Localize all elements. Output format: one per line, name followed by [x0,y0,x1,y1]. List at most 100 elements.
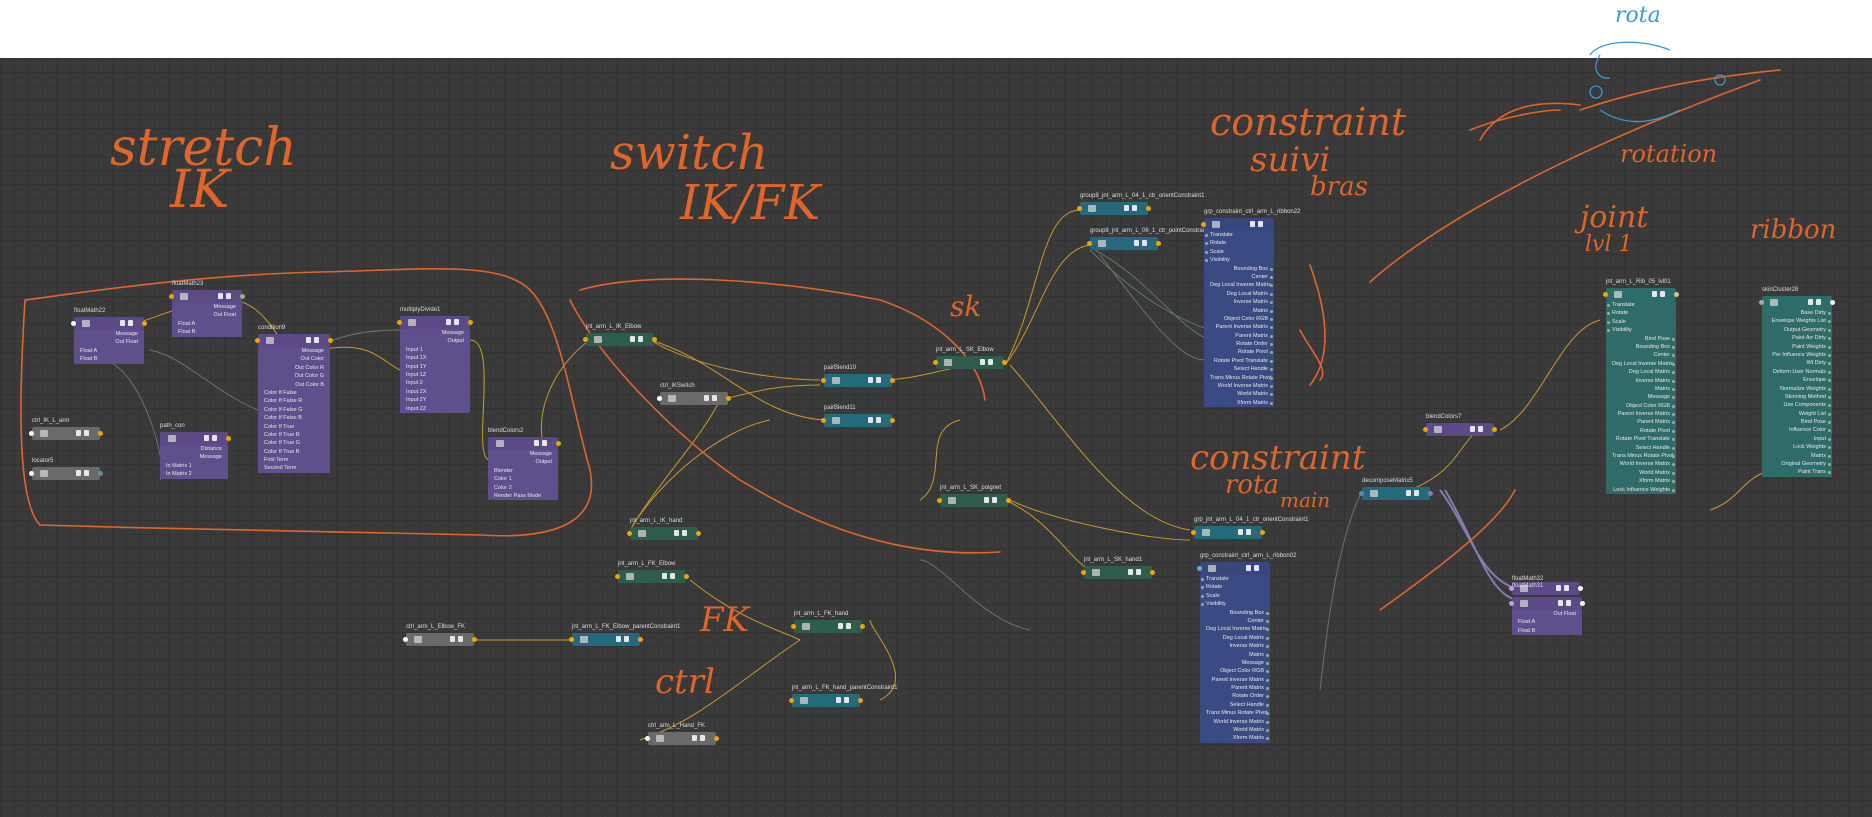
attr[interactable]: Paint Arr Dirty [1762,334,1832,342]
port-dot[interactable] [1828,353,1831,357]
attr[interactable]: Input 1X [400,354,470,362]
port-dot[interactable] [1270,385,1273,389]
attr[interactable]: Visibility [1606,326,1676,334]
attr[interactable]: Render Pass Mode [488,492,558,500]
attr[interactable]: Paint Trans [1762,468,1832,476]
node-jnt-arm-l-fk-elbow[interactable]: jnt_arm_L_FK_Elbow [615,561,689,583]
attr[interactable]: Matrix [1762,452,1832,460]
attr[interactable]: Translate [1606,301,1676,309]
port-dot[interactable] [1828,471,1831,475]
port-dot[interactable] [1828,437,1831,441]
attr[interactable]: Blender [488,467,558,475]
attr[interactable]: Xform Matrix [1204,399,1274,407]
node-pairblend11[interactable]: pairBlend11 [821,405,895,427]
node-grp-orientconstraint1[interactable]: grp_jnt_arm_L_04_1_ctr_orientConstraint1 [1191,517,1308,539]
port-dot[interactable] [1270,343,1273,347]
attr[interactable]: Trans Minus Rotate Pivot [1606,452,1676,460]
node-pointconstraint[interactable]: group8_jnt_arm_L_06_1_ctr_pointConstrai [1087,228,1204,250]
port-dot[interactable] [1205,242,1208,246]
attr[interactable]: Float A [172,320,242,328]
node-pairblend10[interactable]: pairBlend10 [821,365,895,387]
attr[interactable]: Output [488,458,558,466]
node-jnt-arm-l-sk-poignet[interactable]: jnt_arm_L_SK_poignet [937,485,1011,507]
attr[interactable]: Center [1606,351,1676,359]
port-dot[interactable] [1672,354,1675,358]
attr[interactable]: Matrix [1606,385,1676,393]
node-ctrl-arm-l-elbow-fk[interactable]: ctrl_arm_L_Elbow_FK [403,624,477,646]
attr[interactable]: Skinning Method [1762,393,1832,401]
attr[interactable]: Message [1606,393,1676,401]
attr[interactable]: Float A [1512,618,1582,626]
port-dot[interactable] [1672,488,1675,492]
attr[interactable]: Xform Matrix [1200,734,1270,742]
node-jnt-arm-l-rib-05-lvl01[interactable]: jnt_arm_L_Rib_05_lvl01 Translate Rotate Sc… [1603,279,1679,494]
port-dot[interactable] [1828,312,1831,315]
attr[interactable]: Base Dirty [1762,309,1832,317]
port-dot[interactable] [1607,329,1610,333]
port-dot[interactable] [1266,695,1269,699]
attr[interactable]: Rotate [1606,309,1676,317]
port-dot[interactable] [1266,720,1269,724]
attr[interactable]: Per Influence Weights [1762,351,1832,359]
port-dot[interactable] [1205,234,1208,237]
attr[interactable]: Float B [74,355,144,363]
port-dot[interactable] [1828,446,1831,450]
port-dot[interactable] [1828,387,1831,391]
attr[interactable]: Color If True G [258,439,330,447]
attr[interactable]: Deform User Normals [1762,368,1832,376]
attr[interactable]: Input 1 [400,346,470,354]
attr[interactable]: Xform Matrix [1606,477,1676,485]
node-jnt-arm-l-ik-hand[interactable]: jnt_arm_L_IK_hand [627,518,701,540]
attr[interactable]: Out Color G [258,372,330,380]
attr[interactable]: World Inverse Matrix [1606,460,1676,468]
port-dot[interactable] [1270,267,1273,271]
attr[interactable]: Color 1 [488,475,558,483]
attr[interactable]: Scale [1200,592,1270,600]
attr[interactable]: Deg Local Inverse Matrix [1200,625,1270,633]
node-floatmath23[interactable]: floatMath23 Message Out Float Float A Fl… [169,281,245,337]
attr[interactable]: Envelope [1762,376,1832,384]
attr[interactable]: Trans Minus Rotate Pivot [1204,374,1274,382]
attr[interactable]: Float B [1512,627,1582,635]
node-grp-constraint-ribbon02[interactable]: grp_constraint_ctrl_arm_L_ribbon02 Trans… [1197,553,1296,743]
port-dot[interactable] [1270,275,1273,279]
node-multiplydivide1[interactable]: multiplyDivide1 Message Output Input 1 I… [397,307,473,413]
port-dot[interactable] [1672,429,1675,433]
attr[interactable]: Select Handle [1200,701,1270,709]
port-dot[interactable] [1205,250,1208,254]
attr[interactable]: Rotate [1200,583,1270,591]
node-blendcolors2[interactable]: blendColors2 Message Output Blender Colo… [488,428,561,501]
attr[interactable]: Out Color B [258,381,330,389]
port-dot[interactable] [1672,362,1675,366]
attr[interactable]: Normalize Weights [1762,385,1832,393]
attr[interactable]: Inverse Matrix [1200,642,1270,650]
attr[interactable]: Bounding Box [1606,343,1676,351]
port-dot[interactable] [1266,645,1269,649]
port-dot[interactable] [1672,379,1675,383]
port-dot[interactable] [1270,301,1273,305]
attr[interactable]: Deg Local Inverse Matrix [1204,281,1274,289]
node-blendcolors7[interactable]: blendColors7 [1423,414,1497,436]
attr[interactable]: World Inverse Matrix [1204,382,1274,390]
attr[interactable]: Wt Dirty [1762,359,1832,367]
attr[interactable]: World Inverse Matrix [1200,718,1270,726]
port-dot[interactable] [1201,603,1204,607]
node-path-con[interactable]: path_con Distance Message In Matrix 1 In… [160,423,231,479]
port-dot[interactable] [1672,480,1675,484]
attr[interactable]: Message [74,330,144,338]
port-dot[interactable] [1828,362,1831,366]
attr[interactable]: Scale [1606,318,1676,326]
attr[interactable]: Bind Pose [1762,418,1832,426]
attr[interactable]: Input 2X [400,388,470,396]
node-decomposematrix5[interactable]: decomposeMatrix5 [1359,478,1433,500]
attr[interactable]: Color 2 [488,484,558,492]
attr[interactable]: Output [400,337,470,345]
port-dot[interactable] [1270,317,1273,321]
attr[interactable]: Color If False R [258,397,330,405]
node-skincluster28[interactable]: skinCluster28 Base Dirty Envelope Weights… [1759,287,1835,477]
attr[interactable]: World Matrix [1204,390,1274,398]
port-dot[interactable] [1672,337,1675,341]
attr[interactable]: Parent Inverse Matrix [1606,410,1676,418]
attr[interactable]: Center [1204,273,1274,281]
attr[interactable]: Color If False B [258,414,330,422]
